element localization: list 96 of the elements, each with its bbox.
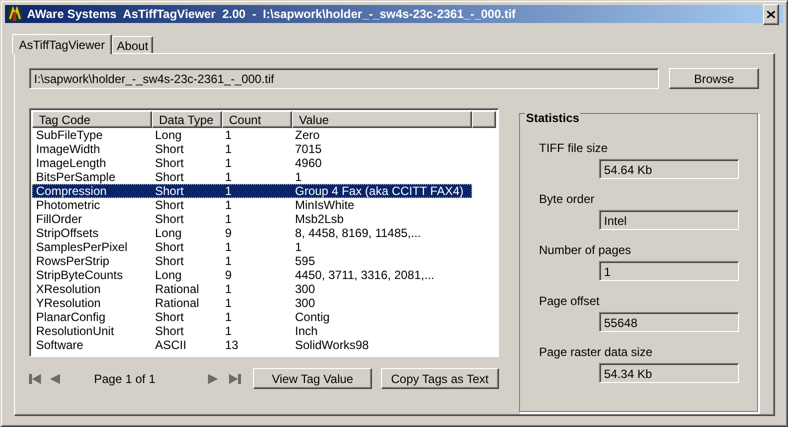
column-header[interactable]: Value bbox=[292, 111, 472, 128]
table-cell-text: 9 bbox=[224, 268, 233, 282]
stat-field: 55648 bbox=[599, 312, 739, 332]
table-cell-text: 8, 4458, 8169, 11485,... bbox=[294, 226, 422, 240]
table-cell-text: 1 bbox=[224, 310, 233, 324]
table-cell-text: BitsPerSample bbox=[35, 170, 116, 184]
field-label: Page offset bbox=[539, 294, 600, 308]
table-cell-text: ImageLength bbox=[35, 156, 108, 170]
table-cell-text: 1 bbox=[224, 324, 233, 338]
table-cell-text: Software bbox=[35, 338, 84, 352]
table-cell-text: 595 bbox=[294, 254, 316, 268]
table-cell-text: ResolutionUnit bbox=[35, 324, 116, 338]
table-cell-text: Short bbox=[154, 142, 185, 156]
table-cell-text: 7015 bbox=[294, 142, 323, 156]
table-cell-text: Group 4 Fax (aka CCITT FAX4) bbox=[294, 184, 464, 198]
table-cell-text: RowsPerStrip bbox=[35, 254, 110, 268]
table-cell-text: 1 bbox=[224, 142, 233, 156]
stat-field: 54.64 Kb bbox=[599, 159, 739, 179]
column-header[interactable]: Count bbox=[222, 111, 292, 128]
table-cell-text: StripByteCounts bbox=[35, 268, 124, 282]
table-cell-text: Rational bbox=[154, 282, 200, 296]
table-cell-text: Photometric bbox=[35, 198, 102, 212]
table-cell-text: YResolution bbox=[35, 296, 102, 310]
table-cell-text: 1 bbox=[224, 184, 233, 198]
field-label: Byte order bbox=[539, 192, 596, 206]
table-cell-text: 1 bbox=[224, 296, 233, 310]
table-cell-text: 4960 bbox=[294, 156, 323, 170]
field-label: Page raster data size bbox=[539, 345, 654, 359]
previous-page-icon[interactable] bbox=[50, 374, 60, 384]
table-cell-text: 1 bbox=[224, 212, 233, 226]
close-button[interactable] bbox=[763, 4, 779, 24]
table-cell-text: SolidWorks98 bbox=[294, 338, 370, 352]
table-cell-text: 1 bbox=[224, 170, 233, 184]
table-cell-text: ASCII bbox=[154, 338, 188, 352]
table-cell-text: 9 bbox=[224, 226, 233, 240]
table-cell-text: Short bbox=[154, 198, 185, 212]
table-cell-text: Short bbox=[154, 156, 185, 170]
stat-field: 54.34 Kb bbox=[599, 363, 739, 383]
table-cell-text: 1 bbox=[224, 156, 233, 170]
table-cell-text: 1 bbox=[224, 198, 233, 212]
tab[interactable]: About bbox=[112, 36, 154, 53]
table-cell-text: Long bbox=[154, 128, 183, 142]
copy-tags-button[interactable]: Copy Tags as Text bbox=[380, 368, 499, 389]
table-cell-text: SamplesPerPixel bbox=[35, 240, 128, 254]
table-cell-text: MinIsWhite bbox=[294, 198, 356, 212]
table-cell-text: 300 bbox=[294, 282, 316, 296]
table-cell-text: FillOrder bbox=[35, 212, 84, 226]
table-cell-text: Compression bbox=[35, 184, 108, 198]
table-cell-text: Inch bbox=[294, 324, 319, 338]
window-title: AWare Systems AsTiffTagViewer 2.00 - I:\sapwork\holder_-_sw4s-23c-2361_-_000.tif bbox=[27, 7, 517, 21]
table-cell-text: 300 bbox=[294, 296, 316, 310]
table-cell-text: 13 bbox=[224, 338, 240, 352]
table-cell-text: 1 bbox=[224, 240, 233, 254]
table-cell-text: PlanarConfig bbox=[35, 310, 106, 324]
table-cell-text: Long bbox=[154, 226, 183, 240]
stat-field: Intel bbox=[599, 210, 739, 230]
table-cell-text: Zero bbox=[294, 128, 321, 142]
table-cell-text: StripOffsets bbox=[35, 226, 100, 240]
field-label: TIFF file size bbox=[539, 141, 609, 155]
table-cell-text: Short bbox=[154, 184, 185, 198]
tab[interactable]: AsTiffTagViewer bbox=[12, 34, 112, 54]
table-cell-text: 1 bbox=[224, 128, 233, 142]
table-cell-text: Short bbox=[154, 310, 185, 324]
close-icon bbox=[767, 10, 775, 18]
column-header[interactable]: Tag Code bbox=[32, 111, 152, 128]
stat-field: 1 bbox=[599, 261, 739, 281]
table-cell-text: ImageWidth bbox=[35, 142, 102, 156]
last-page-icon[interactable] bbox=[228, 374, 242, 384]
next-page-icon[interactable] bbox=[208, 374, 218, 384]
table-cell-text: Short bbox=[154, 170, 185, 184]
field-label: Number of pages bbox=[539, 243, 632, 257]
first-page-icon[interactable] bbox=[29, 374, 42, 384]
table-cell-text: 1 bbox=[224, 282, 233, 296]
table-cell-text: Contig bbox=[294, 310, 331, 324]
browse-button[interactable]: Browse bbox=[669, 68, 759, 89]
app-icon bbox=[7, 6, 23, 22]
table-cell-text: 4450, 3711, 3316, 2081,... bbox=[294, 268, 436, 282]
table-cell-text: Short bbox=[154, 324, 185, 338]
table-cell-text: Rational bbox=[154, 296, 200, 310]
table-cell-text: 1 bbox=[294, 170, 303, 184]
column-header[interactable]: Data Type bbox=[152, 111, 222, 128]
table-cell-text: Short bbox=[154, 240, 185, 254]
table-cell-text: Short bbox=[154, 254, 185, 268]
selected-row-highlight[interactable]: Compression Short 1 Group 4 Fax (aka CCITT FAX4) bbox=[32, 184, 472, 198]
header-filler bbox=[472, 111, 496, 128]
table-cell-text: 1 bbox=[224, 254, 233, 268]
table-cell-text: SubFileType bbox=[35, 128, 104, 142]
table-cell-text: XResolution bbox=[35, 282, 102, 296]
file-path-field[interactable]: I:\sapwork\holder_-_sw4s-23c-2361_-_000.tif bbox=[29, 68, 659, 89]
view-tag-value-button[interactable]: View Tag Value bbox=[253, 368, 372, 389]
page-indicator: Page 1 of 1 bbox=[94, 372, 156, 386]
group-title: Statistics bbox=[525, 112, 580, 125]
table-cell-text: Long bbox=[154, 268, 183, 282]
table-cell-text: 1 bbox=[294, 240, 303, 254]
table-cell-text: Msb2Lsb bbox=[294, 212, 345, 226]
table-cell-text: Short bbox=[154, 212, 185, 226]
